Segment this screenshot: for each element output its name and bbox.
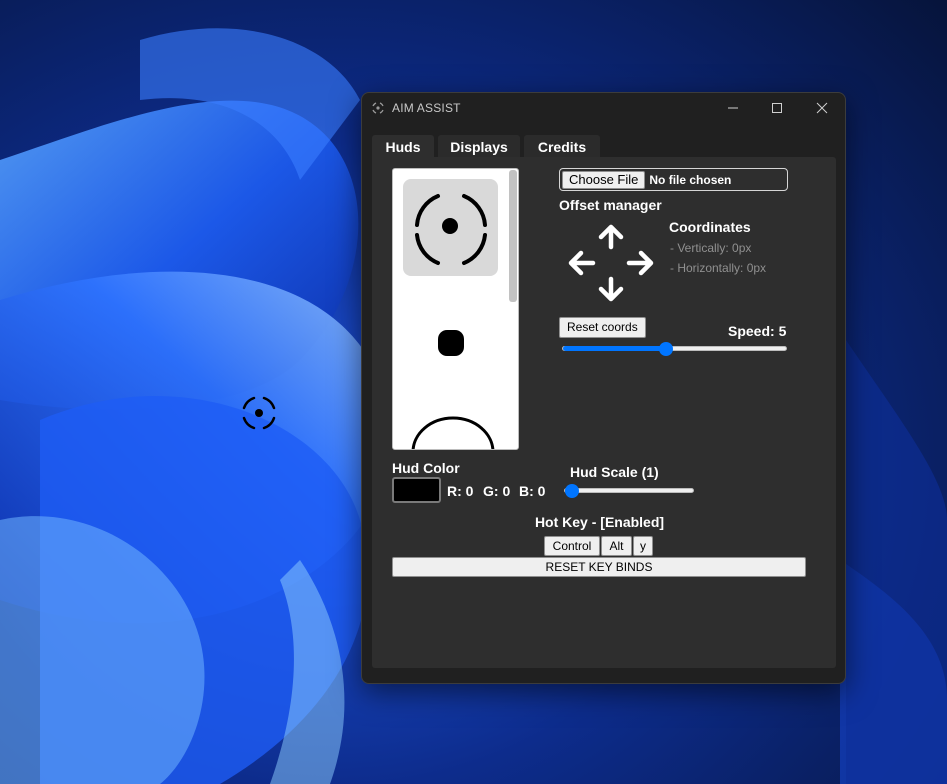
hud-item-circle[interactable]	[408, 414, 498, 449]
close-button[interactable]	[811, 98, 833, 118]
hud-scale-slider-thumb[interactable]	[565, 484, 579, 498]
file-input[interactable]: Choose File No file chosen	[559, 168, 788, 191]
huds-panel: Choose File No file chosen Offset manage…	[372, 157, 836, 668]
blue-value: B: 0	[519, 483, 546, 499]
maximize-button[interactable]	[766, 98, 788, 118]
hud-scale-label: Hud Scale (1)	[570, 464, 659, 480]
minimize-icon	[728, 107, 738, 109]
hotkey-label: Hot Key - [Enabled]	[534, 514, 665, 530]
speed-label: Speed: 5	[728, 323, 787, 339]
crosshair-overlay-icon	[242, 396, 276, 430]
crosshair-app-icon	[372, 102, 384, 114]
red-value: R: 0	[447, 483, 474, 499]
arrow-down-icon[interactable]	[598, 275, 624, 303]
hud-color-picker[interactable]	[392, 477, 441, 503]
arrow-left-icon[interactable]	[567, 250, 596, 276]
tab-huds[interactable]: Huds	[372, 135, 434, 158]
hotkey-key-y[interactable]: y	[633, 536, 653, 556]
dot-icon	[438, 330, 464, 356]
hud-scale-slider[interactable]	[564, 484, 694, 498]
crosshair-icon	[415, 194, 487, 265]
scrollbar-thumb[interactable]	[509, 170, 517, 302]
speed-slider-fill	[563, 346, 666, 351]
tab-credits[interactable]: Credits	[524, 135, 600, 158]
arrow-right-icon[interactable]	[626, 250, 655, 276]
hotkey-key-control[interactable]: Control	[544, 536, 600, 556]
reset-coords-button[interactable]: Reset coords	[559, 317, 646, 338]
app-window: AIM ASSIST Huds Displays Credits Choose …	[361, 92, 846, 684]
hud-item-dot[interactable]	[433, 325, 469, 361]
choose-file-button[interactable]: Choose File	[562, 170, 646, 189]
green-value: G: 0	[483, 483, 511, 499]
hud-list[interactable]	[392, 168, 519, 450]
vertical-offset: - Vertically: 0px	[670, 241, 752, 255]
file-status: No file chosen	[649, 172, 732, 187]
direction-arrows	[567, 223, 655, 303]
hud-color-label: Hud Color	[392, 460, 460, 476]
speed-slider[interactable]	[562, 342, 787, 356]
arrow-up-icon[interactable]	[598, 223, 624, 251]
minimize-button[interactable]	[722, 98, 744, 118]
title-bar[interactable]: AIM ASSIST	[362, 93, 845, 123]
horizontal-offset: - Horizontally: 0px	[670, 261, 767, 275]
circle-icon	[411, 416, 495, 449]
close-icon	[816, 102, 828, 114]
window-title: AIM ASSIST	[392, 101, 461, 115]
speed-slider-thumb[interactable]	[659, 342, 673, 356]
reset-key-binds-button[interactable]: RESET KEY BINDS	[392, 557, 806, 577]
tab-displays[interactable]: Displays	[438, 135, 520, 158]
offset-manager-title: Offset manager	[559, 197, 662, 213]
maximize-icon	[772, 103, 782, 113]
coordinates-title: Coordinates	[669, 219, 751, 235]
hotkey-key-alt[interactable]: Alt	[601, 536, 632, 556]
hud-item-crosshair[interactable]	[403, 179, 498, 276]
